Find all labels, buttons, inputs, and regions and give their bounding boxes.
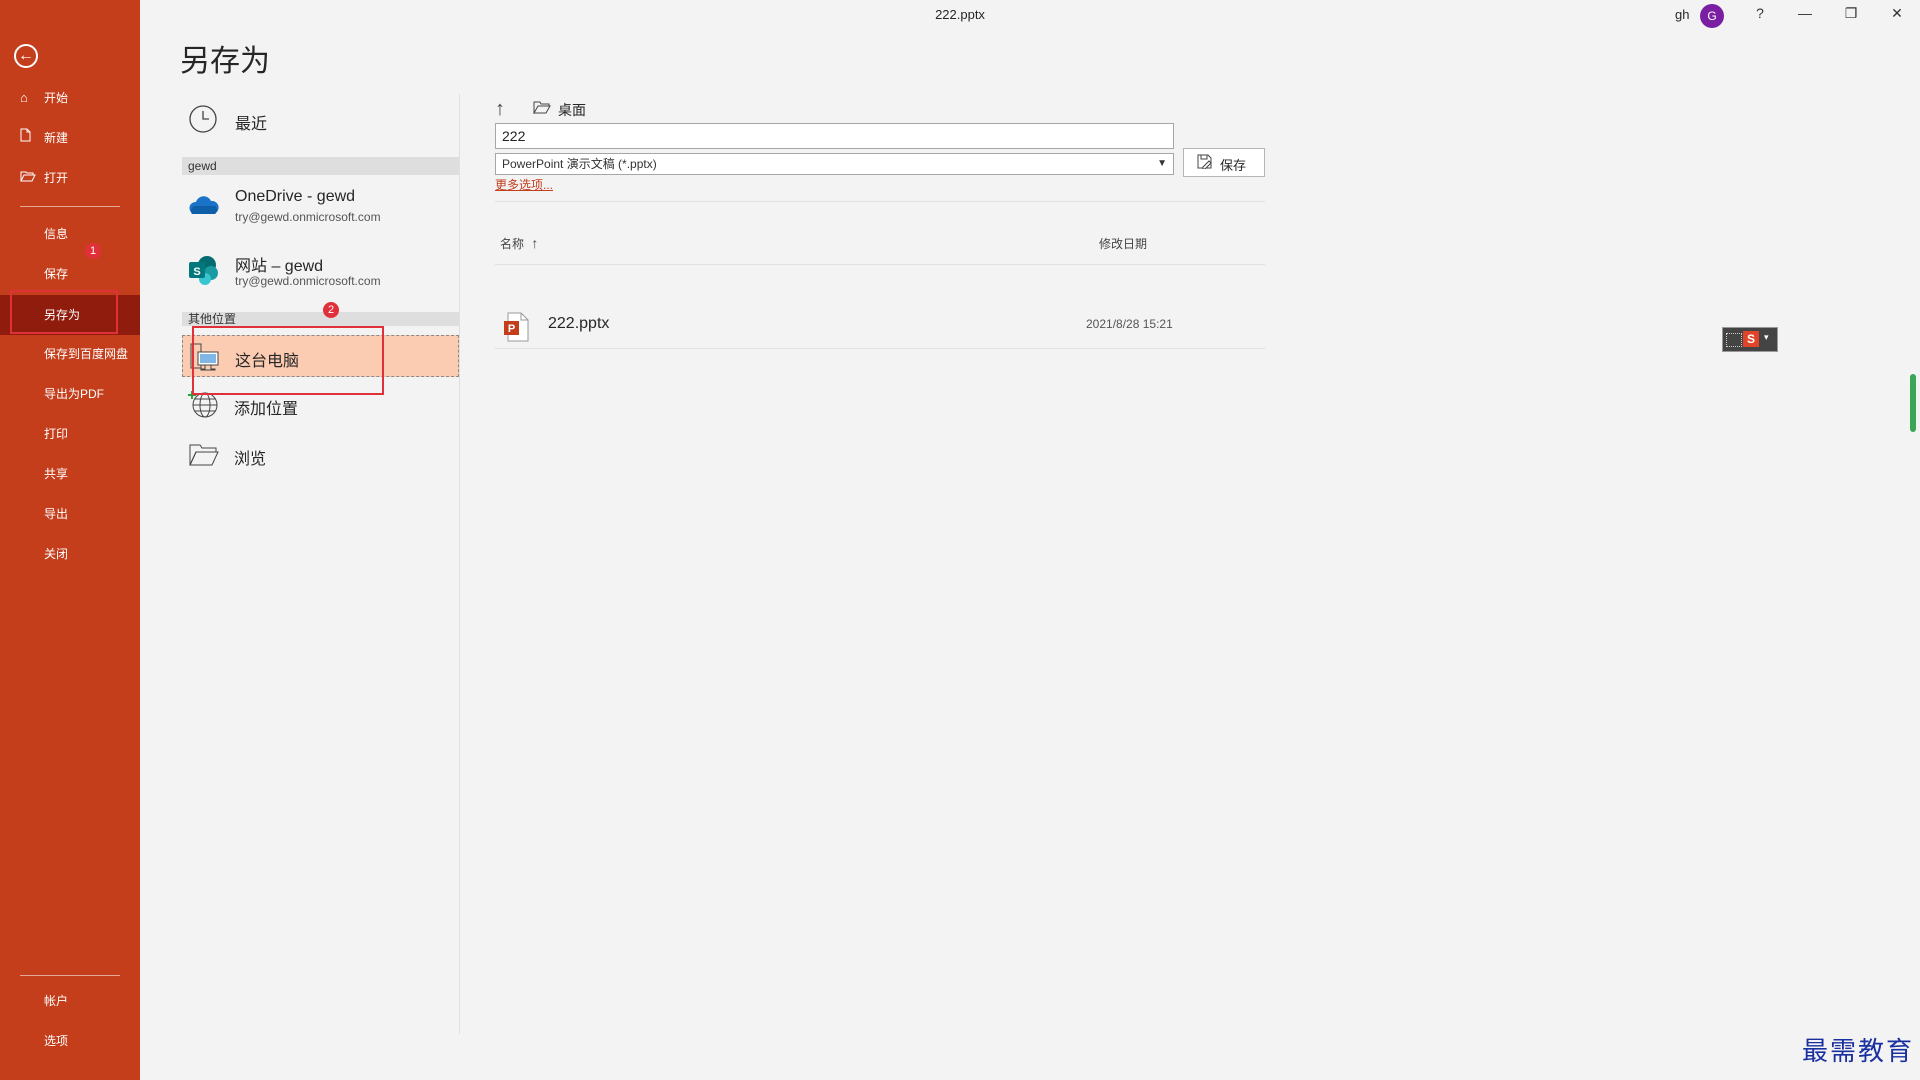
- nav-item-print[interactable]: 打印: [0, 415, 140, 453]
- avatar[interactable]: G: [1700, 4, 1724, 28]
- scrollbar[interactable]: [1910, 374, 1916, 432]
- nav-item-export[interactable]: 导出: [0, 495, 140, 533]
- place-account-email: try@gewd.onmicrosoft.com: [235, 274, 381, 288]
- window-title: 222.pptx: [935, 7, 985, 22]
- folder-open-icon: [188, 442, 220, 473]
- powerpoint-file-icon: P: [504, 312, 530, 347]
- nav-item-label: 保存: [44, 267, 69, 281]
- place-label: 浏览: [234, 451, 267, 468]
- column-header-name[interactable]: 名称 ↑: [500, 235, 538, 252]
- place-label: 添加位置: [234, 401, 299, 418]
- filetype-value: PowerPoint 演示文稿 (*.pptx): [502, 157, 657, 171]
- place-label: 最近: [235, 116, 268, 133]
- home-icon: ⌂: [20, 90, 28, 105]
- annotation-highlight-box: [10, 290, 118, 334]
- nav-item-label: 导出为PDF: [44, 387, 105, 401]
- save-button[interactable]: 保存: [1183, 148, 1265, 177]
- minimize-icon[interactable]: —: [1790, 5, 1820, 25]
- nav-item-label: 关闭: [44, 547, 69, 561]
- nav-item-label: 打开: [44, 171, 69, 185]
- onedrive-cloud-icon: [188, 194, 220, 221]
- nav-item-save[interactable]: 保存: [0, 255, 140, 293]
- annotation-highlight-box: [192, 326, 384, 395]
- nav-item-info[interactable]: 信息: [0, 215, 140, 253]
- page-title: 另存为: [180, 45, 270, 78]
- place-recent[interactable]: 最近: [182, 94, 459, 146]
- user-name[interactable]: gh: [1675, 7, 1689, 22]
- folder-icon: [533, 100, 551, 117]
- place-sharepoint[interactable]: S 网站 – gewd try@gewd.onmicrosoft.com: [182, 244, 459, 302]
- column-header-label: 名称: [500, 237, 525, 251]
- nav-item-label: 帐户: [44, 994, 69, 1008]
- nav-divider: [20, 975, 120, 976]
- nav-item-label: 选项: [44, 1034, 69, 1048]
- nav-item-share[interactable]: 共享: [0, 455, 140, 493]
- sogou-ime-icon: S: [1743, 331, 1759, 347]
- file-row[interactable]: P 222.pptx 2021/8/28 15:21: [495, 300, 1265, 352]
- globe-add-icon: [188, 390, 220, 425]
- nav-item-export-pdf[interactable]: 导出为PDF: [0, 375, 140, 413]
- nav-item-open[interactable]: 打开: [0, 159, 140, 197]
- save-button-label: 保存: [1220, 158, 1247, 173]
- watermark: 最需教育: [1801, 1037, 1914, 1067]
- breadcrumb-label: 桌面: [558, 102, 586, 118]
- open-folder-icon: [20, 159, 36, 197]
- chevron-down-icon: ▾: [1764, 332, 1769, 342]
- close-icon[interactable]: ✕: [1882, 5, 1912, 25]
- restore-icon[interactable]: ❐: [1836, 5, 1866, 25]
- annotation-badge: 1: [85, 243, 101, 259]
- group-header-gewd: gewd: [182, 157, 459, 175]
- file-modified-date: 2021/8/28 15:21: [1086, 317, 1173, 331]
- chevron-down-icon: ▼: [1157, 158, 1167, 169]
- backstage-nav: ← ⌂ 开始 新建 打开 信息 保存 另存为 保存到百度网盘 导出为PDF 打印…: [0, 0, 140, 1080]
- filename-input[interactable]: [495, 123, 1174, 149]
- place-title: OneDrive - gewd: [235, 188, 356, 205]
- place-browse[interactable]: 浏览: [182, 434, 459, 476]
- divider: [495, 201, 1265, 202]
- nav-item-home[interactable]: ⌂ 开始: [0, 79, 140, 117]
- place-title: 网站 – gewd: [235, 258, 324, 275]
- svg-text:P: P: [508, 323, 515, 335]
- nav-item-account[interactable]: 帐户: [0, 982, 140, 1020]
- up-folder-arrow-icon[interactable]: ↑: [495, 98, 505, 121]
- divider: [495, 348, 1265, 349]
- new-file-icon: [20, 119, 36, 157]
- group-header-other: 其他位置: [182, 312, 459, 326]
- help-icon[interactable]: ?: [1745, 5, 1775, 25]
- sort-ascending-icon: ↑: [531, 235, 539, 251]
- nav-item-label: 导出: [44, 507, 69, 521]
- nav-divider: [20, 206, 120, 207]
- place-onedrive[interactable]: OneDrive - gewd try@gewd.onmicrosoft.com: [182, 180, 459, 238]
- column-divider: [459, 94, 460, 1034]
- nav-item-close[interactable]: 关闭: [0, 535, 140, 573]
- ime-toolbar[interactable]: S ▾: [1722, 327, 1778, 352]
- nav-item-label: 共享: [44, 467, 69, 481]
- keyboard-icon: [1726, 333, 1742, 347]
- clock-icon: [188, 104, 218, 139]
- nav-item-label: 信息: [44, 227, 69, 241]
- nav-item-save-to-baidu[interactable]: 保存到百度网盘: [0, 335, 140, 373]
- nav-item-new[interactable]: 新建: [0, 119, 140, 157]
- nav-item-options[interactable]: 选项: [0, 1022, 140, 1060]
- svg-text:S: S: [193, 266, 200, 278]
- column-header-modified[interactable]: 修改日期: [1099, 235, 1147, 252]
- sharepoint-icon: S: [188, 254, 220, 291]
- back-arrow-icon[interactable]: ←: [14, 44, 38, 68]
- nav-item-label: 保存到百度网盘: [44, 347, 129, 361]
- filetype-select[interactable]: PowerPoint 演示文稿 (*.pptx) ▼: [495, 153, 1174, 175]
- nav-item-label: 新建: [44, 131, 69, 145]
- nav-item-label: 打印: [44, 427, 69, 441]
- annotation-badge: 2: [323, 302, 339, 318]
- file-name: 222.pptx: [548, 315, 610, 332]
- save-edit-icon: [1197, 154, 1212, 170]
- nav-item-label: 开始: [44, 91, 69, 105]
- more-options-link[interactable]: 更多选项...: [495, 176, 553, 193]
- place-account-email: try@gewd.onmicrosoft.com: [235, 210, 381, 224]
- divider: [495, 264, 1265, 265]
